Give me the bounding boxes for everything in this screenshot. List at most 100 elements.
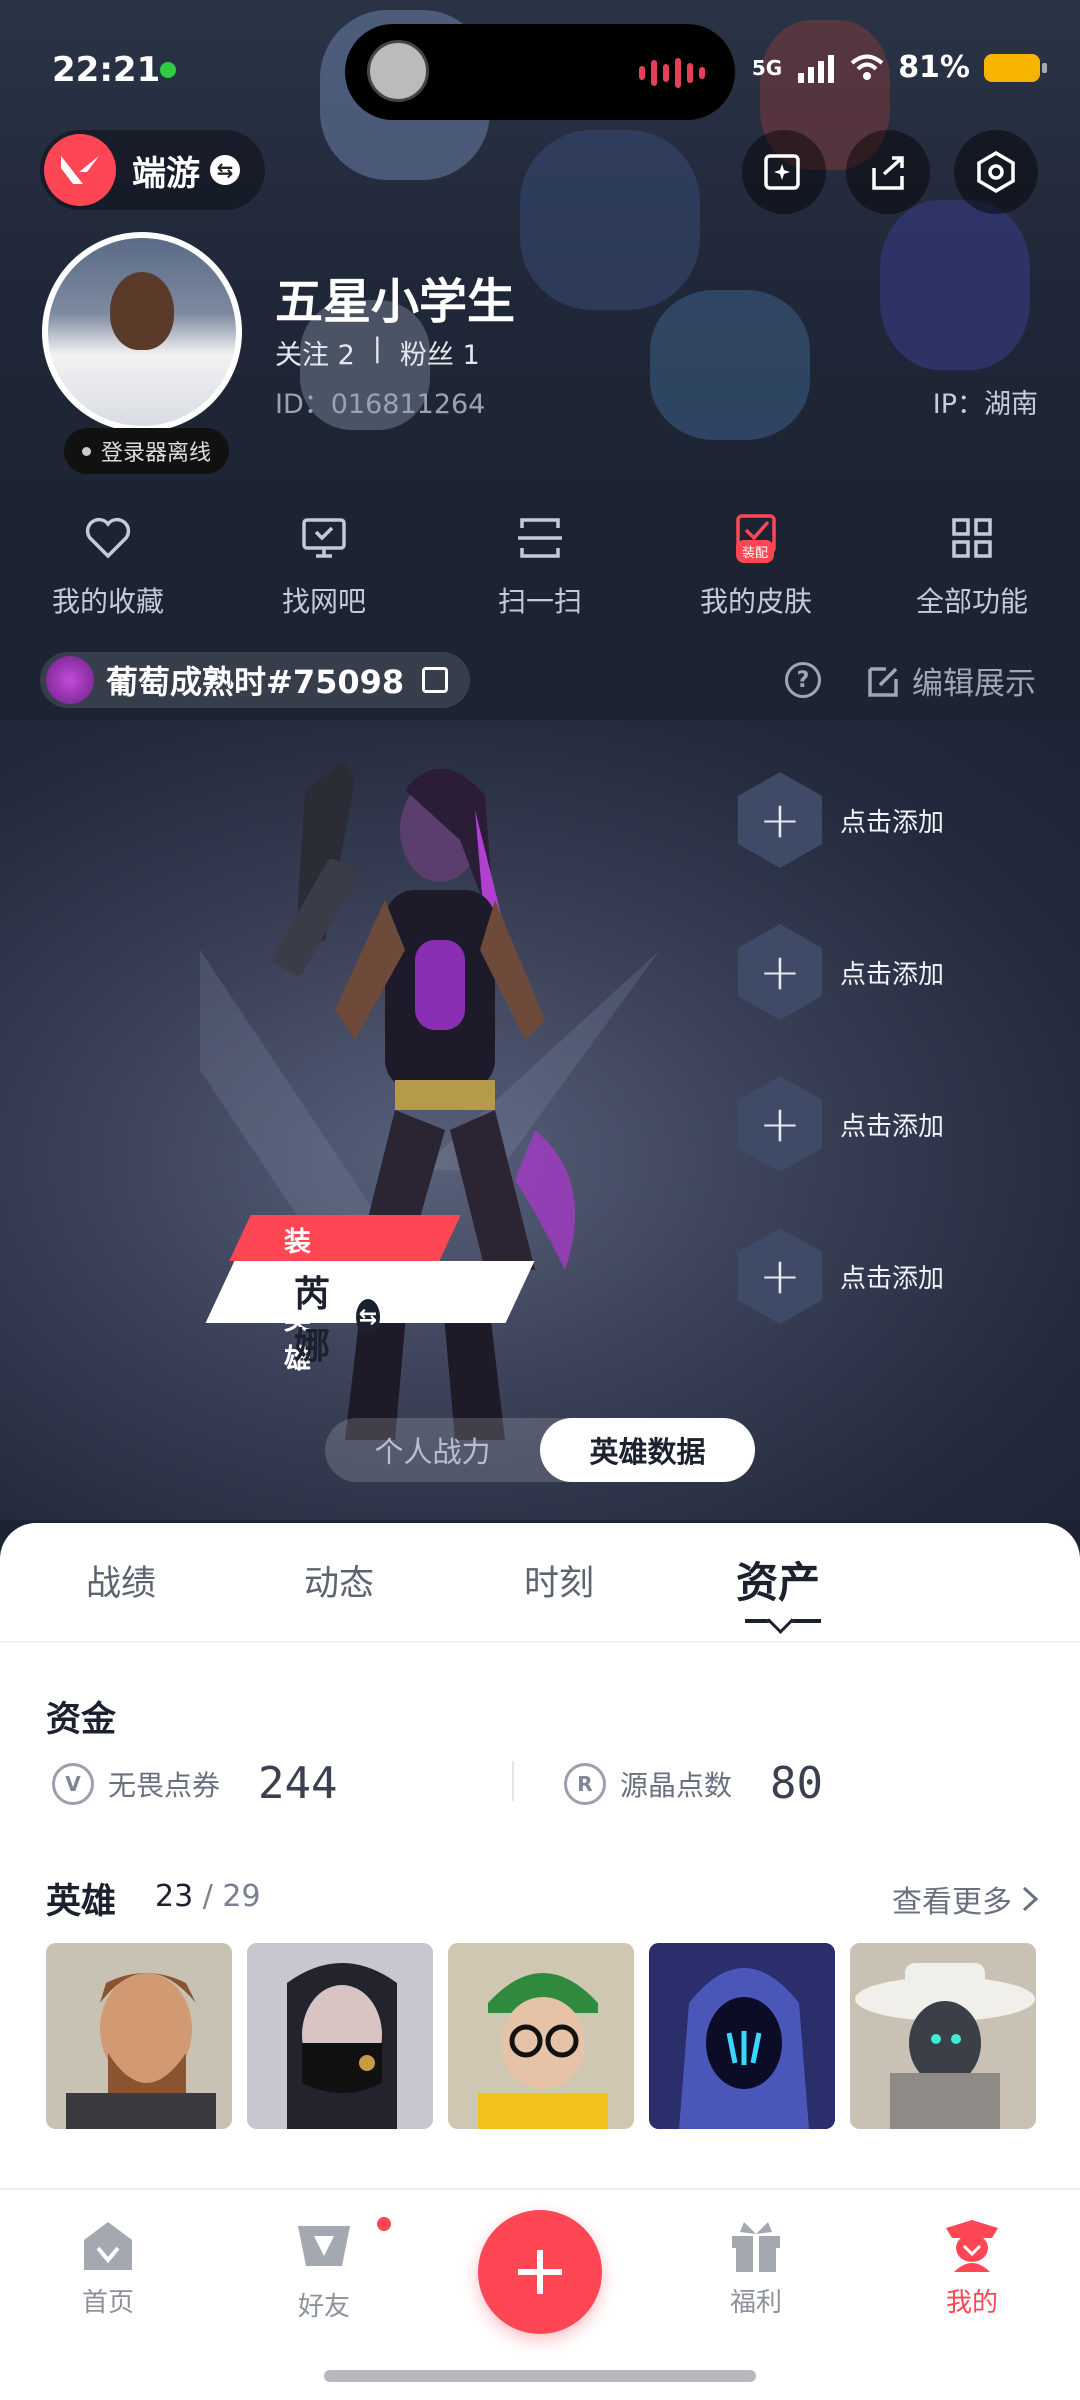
- nav-label: 好友: [297, 2292, 350, 2322]
- nav-rewards[interactable]: 福利: [686, 2218, 826, 2319]
- edit-showcase-button[interactable]: 编辑展示: [866, 658, 1036, 703]
- nav-profile[interactable]: 我的: [902, 2218, 1042, 2319]
- function-favorites[interactable]: 我的收藏: [0, 510, 216, 620]
- sticker-decoration: [880, 200, 1030, 370]
- add-slot-2[interactable]: + 点击添加: [738, 924, 944, 1020]
- segment-hero-data[interactable]: 英雄数据: [540, 1418, 755, 1482]
- function-internet-cafe[interactable]: 找网吧: [216, 510, 432, 620]
- hero-card[interactable]: [448, 1943, 634, 2129]
- function-all[interactable]: 全部功能: [864, 510, 1080, 620]
- hero-portrait-icon: [46, 1943, 232, 2129]
- status-bar: 22:21 5G 81%: [0, 0, 1080, 140]
- add-slot-label: 点击添加: [840, 1263, 945, 1294]
- riot-id-pill[interactable]: 葡萄成熟时#75098: [40, 652, 471, 708]
- segment-personal-power[interactable]: 个人战力: [325, 1418, 540, 1482]
- dynamic-island[interactable]: [345, 24, 735, 120]
- valorant-points: V 无畏点券 244: [52, 1758, 338, 1809]
- login-status-label: 登录器离线: [101, 441, 212, 466]
- user-id: ID：016811264: [275, 389, 486, 420]
- home-icon: [84, 2222, 132, 2270]
- plus-icon: +: [738, 924, 822, 1020]
- hero-card[interactable]: [247, 1943, 433, 2129]
- hero-portrait-icon: [247, 1943, 433, 2129]
- nav-label: 首页: [81, 2288, 134, 2318]
- chevron-right-icon: [1022, 1886, 1039, 1912]
- tab-record[interactable]: 战绩: [86, 1555, 156, 1606]
- plus-icon: +: [738, 1076, 822, 1172]
- battery-percent: 81%: [898, 50, 970, 85]
- valorant-points-icon: V: [52, 1762, 94, 1805]
- sticker-decoration: [650, 290, 810, 440]
- image-edit-button[interactable]: [742, 130, 826, 214]
- plus-icon: +: [738, 772, 822, 868]
- copy-icon[interactable]: [422, 667, 449, 693]
- wifi-icon: [850, 54, 884, 80]
- tab-assets[interactable]: 资产: [736, 1549, 820, 1610]
- friends-icon: [298, 2226, 350, 2266]
- image-edit-icon: [764, 154, 800, 190]
- funds-title: 资金: [46, 1700, 117, 1740]
- player-card-icon: [46, 656, 94, 704]
- nav-label: 我的: [945, 2288, 998, 2318]
- skin-badge: 装配: [736, 540, 775, 563]
- function-label: 我的皮肤: [699, 585, 812, 618]
- profile-tabs: 战绩 动态 时刻 资产: [0, 1523, 1080, 1641]
- skin-icon: 装配: [728, 510, 784, 566]
- rp-label: 源晶点数: [620, 1768, 733, 1802]
- add-slot-1[interactable]: + 点击添加: [738, 772, 944, 868]
- following-count[interactable]: 关注 2: [275, 333, 355, 372]
- function-my-skins[interactable]: 装配 我的皮肤: [648, 510, 864, 620]
- notification-dot: [374, 2214, 394, 2234]
- stats-divider: |: [372, 333, 382, 364]
- hero-card[interactable]: [649, 1943, 835, 2129]
- heroes-total: / 29: [202, 1879, 261, 1914]
- avatar-face: [110, 272, 174, 350]
- home-indicator[interactable]: [324, 2370, 756, 2382]
- plus-icon: [518, 2250, 562, 2294]
- monitor-icon: [302, 518, 346, 558]
- settings-button[interactable]: [954, 130, 1038, 214]
- gift-icon: [732, 2222, 780, 2272]
- hero-card[interactable]: [46, 1943, 232, 2129]
- add-slot-4[interactable]: + 点击添加: [738, 1228, 944, 1324]
- add-slot-3[interactable]: + 点击添加: [738, 1076, 944, 1172]
- see-more-link[interactable]: 查看更多: [892, 1877, 1040, 1921]
- grid-icon: [952, 518, 992, 558]
- heroes-count: 23 / 29: [155, 1879, 261, 1914]
- hero-portrait-icon: [850, 1943, 1036, 2129]
- nav-home[interactable]: 首页: [38, 2218, 178, 2319]
- help-icon[interactable]: ?: [785, 662, 821, 698]
- ip-location: IP：湖南: [932, 389, 1038, 420]
- login-status-badge: 登录器离线: [64, 428, 230, 474]
- edit-icon: [868, 666, 898, 697]
- swap-icon: ⇆: [210, 155, 240, 185]
- heart-icon: [85, 517, 131, 559]
- function-row: 我的收藏 找网吧 扫一扫 装配 我的皮肤 全部功能: [0, 510, 1080, 620]
- hero-showcase: 装配英雄 芮娜 ⇆ + 点击添加 + 点击添加 + 点击添加 + 点击添加: [0, 720, 1080, 1520]
- bottom-navigation: 首页 好友 福利 我的: [0, 2188, 1080, 2400]
- heroes-title: 英雄: [46, 1882, 117, 1922]
- add-slot-label: 点击添加: [840, 1111, 945, 1142]
- see-more-label: 查看更多: [892, 1885, 1012, 1920]
- agent-name: 芮娜: [294, 1274, 331, 1367]
- sticker-decoration: [520, 130, 700, 310]
- hero-card[interactable]: [850, 1943, 1036, 2129]
- share-button[interactable]: [846, 130, 930, 214]
- tab-highlights[interactable]: 时刻: [524, 1555, 594, 1606]
- agent-name-row: 芮娜 ⇆: [294, 1265, 381, 1369]
- username: 五星小学生: [275, 274, 516, 330]
- activity-indicator-icon: [160, 62, 176, 78]
- swap-agent-icon[interactable]: ⇆: [356, 1299, 381, 1335]
- platform-switch[interactable]: 端游 ⇆: [40, 130, 265, 210]
- follow-stats: 关注 2 | 粉丝 1: [275, 333, 480, 372]
- nav-friends[interactable]: 好友: [254, 2214, 394, 2323]
- function-scan[interactable]: 扫一扫: [432, 510, 648, 620]
- tab-moments[interactable]: 动态: [304, 1555, 374, 1606]
- funds-divider: [512, 1761, 514, 1801]
- network-type: 5G: [751, 55, 783, 80]
- avatar[interactable]: [42, 232, 242, 432]
- create-post-button[interactable]: [478, 2210, 602, 2334]
- status-time: 22:21: [52, 50, 161, 90]
- status-icons: 5G 81%: [751, 50, 1047, 85]
- fans-count[interactable]: 粉丝 1: [400, 333, 480, 372]
